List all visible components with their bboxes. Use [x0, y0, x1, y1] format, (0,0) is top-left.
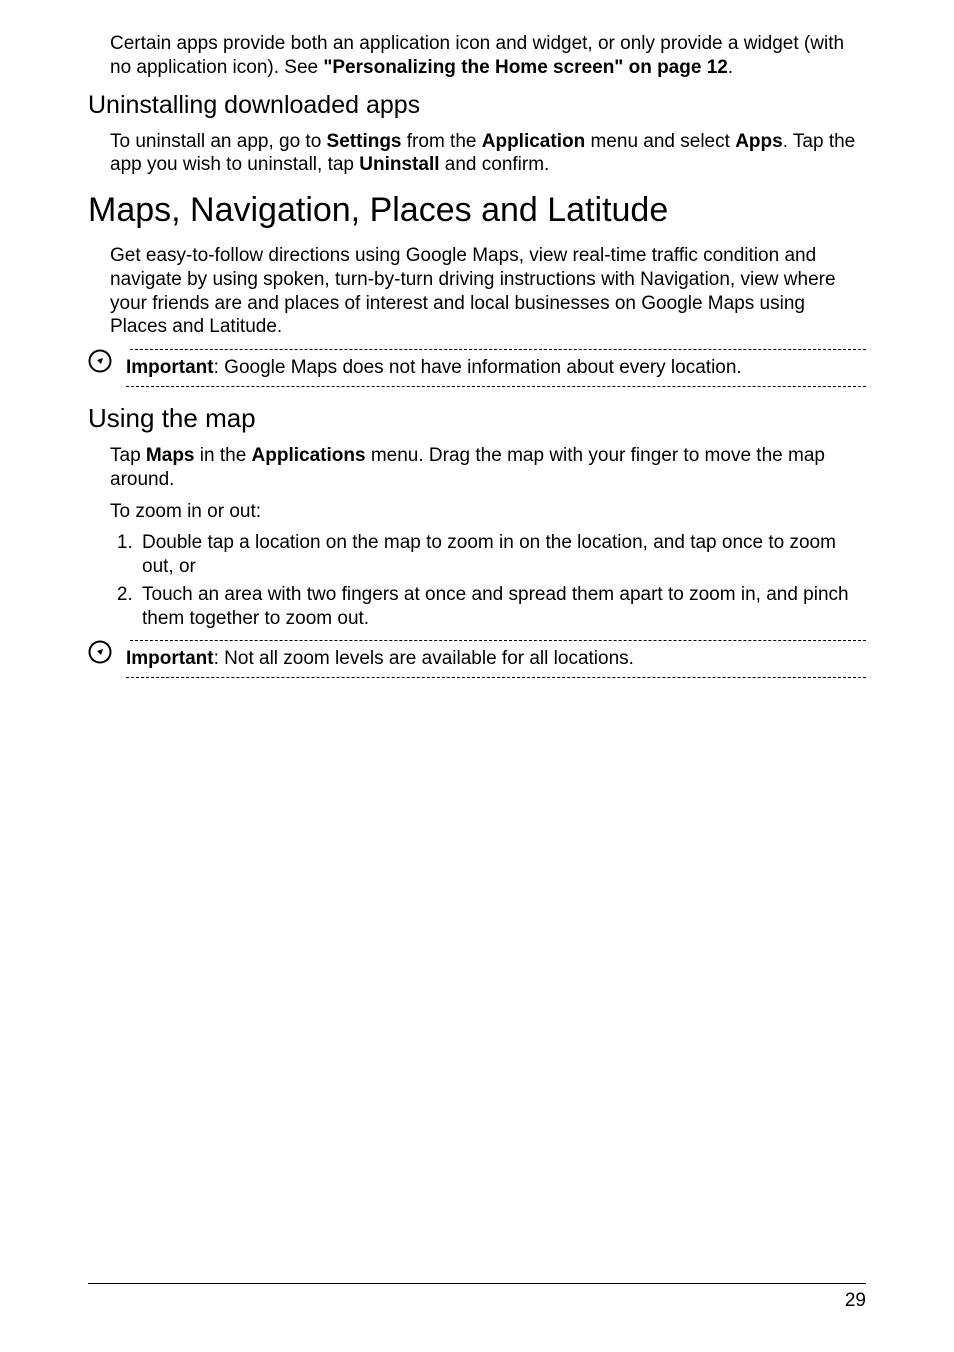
page-container: Certain apps provide both an application…	[0, 0, 954, 1352]
list-item: Touch an area with two fingers at once a…	[138, 583, 866, 631]
list-item: Double tap a location on the map to zoom…	[138, 531, 866, 579]
pushpin-icon	[88, 640, 112, 669]
dashed-divider	[126, 386, 866, 387]
note-block-1: Important: Google Maps does not have inf…	[88, 349, 866, 387]
paragraph-zoom-intro: To zoom in or out:	[88, 500, 866, 524]
paragraph-widget-info: Certain apps provide both an application…	[88, 32, 866, 80]
page-footer: 29	[88, 1283, 866, 1312]
text: from the	[402, 131, 482, 152]
text: : Not all zoom levels are available for …	[214, 648, 634, 669]
text: Tap	[110, 445, 146, 466]
ordered-list-zoom: Double tap a location on the map to zoom…	[88, 531, 866, 630]
dashed-divider	[126, 677, 866, 678]
paragraph-tap-maps: Tap Maps in the Applications menu. Drag …	[88, 444, 866, 492]
text: and confirm.	[440, 154, 550, 175]
note-text: Important: Not all zoom levels are avail…	[126, 641, 866, 671]
pushpin-icon	[88, 349, 112, 378]
note-text: Important: Google Maps does not have inf…	[126, 350, 866, 380]
heading-using-the-map: Using the map	[88, 403, 866, 434]
text-bold: Applications	[252, 445, 366, 466]
text-bold: Settings	[327, 131, 402, 152]
note-label: Important	[126, 357, 214, 378]
page-number: 29	[845, 1290, 866, 1311]
heading-uninstalling: Uninstalling downloaded apps	[88, 90, 866, 120]
text: To uninstall an app, go to	[110, 131, 327, 152]
text: menu and select	[585, 131, 735, 152]
text: : Google Maps does not have information …	[214, 357, 742, 378]
heading-maps-navigation: Maps, Navigation, Places and Latitude	[88, 191, 866, 230]
note-block-2: Important: Not all zoom levels are avail…	[88, 640, 866, 678]
paragraph-uninstall-steps: To uninstall an app, go to Settings from…	[88, 130, 866, 178]
link-personalizing-home[interactable]: "Personalizing the Home screen" on page …	[323, 57, 727, 78]
text-bold: Maps	[146, 445, 195, 466]
text-bold: Uninstall	[359, 154, 439, 175]
paragraph-maps-intro: Get easy-to-follow directions using Goog…	[88, 244, 866, 339]
note-label: Important	[126, 648, 214, 669]
text-bold: Apps	[735, 131, 783, 152]
text-bold: Application	[482, 131, 585, 152]
text: .	[728, 57, 733, 78]
text: in the	[195, 445, 252, 466]
